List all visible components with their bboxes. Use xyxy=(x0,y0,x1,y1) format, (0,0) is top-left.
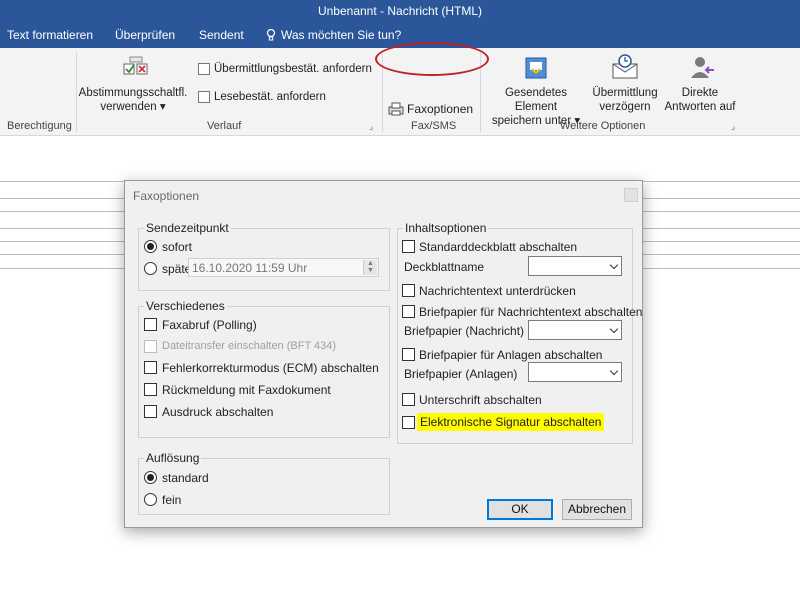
send-later-radio[interactable] xyxy=(144,262,157,275)
chevron-down-icon xyxy=(609,260,619,270)
ribbon: Abstimmungsschaltfl. verwenden ▾ Übermit… xyxy=(0,42,800,136)
letterhead-attachments-label: Briefpapier (Anlagen) xyxy=(404,367,518,381)
resolution-standard-radio[interactable] xyxy=(144,471,157,484)
fax-options-label: Faxoptionen xyxy=(407,102,474,116)
datetime-spinner-icon[interactable]: ▲ ▼ xyxy=(363,260,377,275)
chevron-down-icon xyxy=(609,324,619,334)
letterhead-message-dropdown[interactable] xyxy=(528,320,622,340)
printout-checkbox[interactable] xyxy=(144,405,157,418)
delay-delivery-icon xyxy=(610,54,640,82)
group-label-faxsms: Fax/SMS xyxy=(411,120,457,132)
group-label-berechtigung: Berechtigung xyxy=(7,120,72,132)
delay-delivery-button[interactable]: Übermittlung verzögern xyxy=(588,86,662,114)
send-later-datetime-field[interactable]: 16.10.2020 11:59 Uhr ▲ ▼ xyxy=(188,258,379,277)
fax-options-button[interactable]: Faxoptionen xyxy=(388,100,484,120)
send-now-label: sofort xyxy=(162,240,193,254)
direct-replies-icon xyxy=(688,54,716,82)
disable-letterhead-text-label: Briefpapier für Nachrichtentext abschalt… xyxy=(419,305,643,319)
delivery-receipt-checkbox[interactable] xyxy=(198,63,210,75)
voting-buttons-icon xyxy=(122,56,150,82)
disable-esignature-label: Elektronische Signatur abschalten xyxy=(417,413,605,431)
fax-icon xyxy=(388,102,404,116)
fax-feedback-checkbox[interactable] xyxy=(144,383,157,396)
save-sent-item-icon xyxy=(522,54,550,82)
send-later-datetime-value: 16.10.2020 11:59 Uhr xyxy=(192,261,308,275)
direct-replies-label-2: Antworten auf xyxy=(664,101,736,113)
tab-ueberpruefen[interactable]: Überprüfen xyxy=(115,28,175,42)
disable-signature-checkbox[interactable] xyxy=(402,393,415,406)
cover-name-dropdown[interactable] xyxy=(528,256,622,276)
read-receipt-label: Lesebestät. anfordern xyxy=(214,91,326,103)
ok-button[interactable]: OK xyxy=(487,499,553,520)
ecm-checkbox[interactable] xyxy=(144,361,157,374)
letterhead-message-label: Briefpapier (Nachricht) xyxy=(404,324,525,338)
tell-me-text: Was möchten Sie tun? xyxy=(281,28,402,42)
close-icon[interactable] xyxy=(624,188,638,202)
disable-cover-label: Standarddeckblatt abschalten xyxy=(419,240,578,254)
delivery-receipt-label: Übermittlungsbestät. anfordern xyxy=(214,63,372,75)
tab-text-formatieren[interactable]: Text formatieren xyxy=(7,28,93,42)
bft-label: Dateitransfer einschalten (BFT 434) xyxy=(162,340,337,352)
voting-buttons-button[interactable]: Abstimmungsschaltfl. verwenden ▾ xyxy=(78,86,188,114)
fax-feedback-label: Rückmeldung mit Faxdokument xyxy=(162,383,331,397)
cancel-button[interactable]: Abbrechen xyxy=(562,499,632,520)
cover-name-label: Deckblattname xyxy=(404,260,485,274)
read-receipt-checkbox[interactable] xyxy=(198,91,210,103)
printout-label: Ausdruck abschalten xyxy=(162,405,274,419)
bft-checkbox xyxy=(144,340,157,353)
direct-replies-button[interactable]: Direkte Antworten auf xyxy=(662,86,738,114)
lightbulb-icon xyxy=(266,29,276,41)
voting-buttons-label-2: verwenden ▾ xyxy=(100,101,166,113)
verlauf-dialog-launcher-icon[interactable]: ⌟ xyxy=(369,121,373,132)
suppress-text-label: Nachrichtentext unterdrücken xyxy=(419,284,576,298)
dialog-title: Faxoptionen xyxy=(133,189,200,203)
fax-options-dialog: Faxoptionen Sendezeitpunkt sofort später… xyxy=(124,180,643,528)
send-now-radio[interactable] xyxy=(144,240,157,253)
disable-letterhead-text-checkbox[interactable] xyxy=(402,305,415,318)
suppress-text-checkbox[interactable] xyxy=(402,284,415,297)
disable-letterhead-attach-checkbox[interactable] xyxy=(402,348,415,361)
save-sent-item-label-1: Gesendetes Element xyxy=(504,87,567,113)
window-title: Unbenannt - Nachricht (HTML) xyxy=(0,0,800,22)
delay-delivery-label-1: Übermittlung xyxy=(592,87,658,99)
delay-delivery-label-2: verzögern xyxy=(599,101,651,113)
direct-replies-label-1: Direkte xyxy=(681,87,719,99)
resolution-fine-radio[interactable] xyxy=(144,493,157,506)
tell-me-box[interactable]: Was möchten Sie tun? xyxy=(266,28,401,42)
misc-group-label: Verschiedenes xyxy=(144,299,227,313)
resolution-standard-label: standard xyxy=(162,471,209,485)
resolution-fine-label: fein xyxy=(162,493,182,507)
disable-letterhead-attach-label: Briefpapier für Anlagen abschalten xyxy=(419,348,603,362)
disable-cover-checkbox[interactable] xyxy=(402,240,415,253)
annotation-circle xyxy=(375,42,489,76)
group-label-weitere-optionen: Weitere Optionen xyxy=(560,120,646,132)
polling-checkbox[interactable] xyxy=(144,318,157,331)
chevron-down-icon xyxy=(609,366,619,376)
group-label-verlauf: Verlauf xyxy=(207,120,242,132)
disable-signature-label: Unterschrift abschalten xyxy=(419,393,542,407)
resolution-group-label: Auflösung xyxy=(144,451,202,465)
content-options-group-label: Inhaltsoptionen xyxy=(403,221,489,235)
ribbon-separator xyxy=(76,52,77,132)
disable-esignature-checkbox[interactable] xyxy=(402,416,415,429)
letterhead-attachments-dropdown[interactable] xyxy=(528,362,622,382)
ecm-label: Fehlerkorrekturmodus (ECM) abschalten xyxy=(162,361,379,375)
weitere-dialog-launcher-icon[interactable]: ⌟ xyxy=(731,121,735,132)
polling-label: Faxabruf (Polling) xyxy=(162,318,257,332)
voting-buttons-label-1: Abstimmungsschaltfl. xyxy=(78,87,188,99)
tab-sendent[interactable]: Sendent xyxy=(199,28,244,42)
send-time-group-label: Sendezeitpunkt xyxy=(144,221,231,235)
